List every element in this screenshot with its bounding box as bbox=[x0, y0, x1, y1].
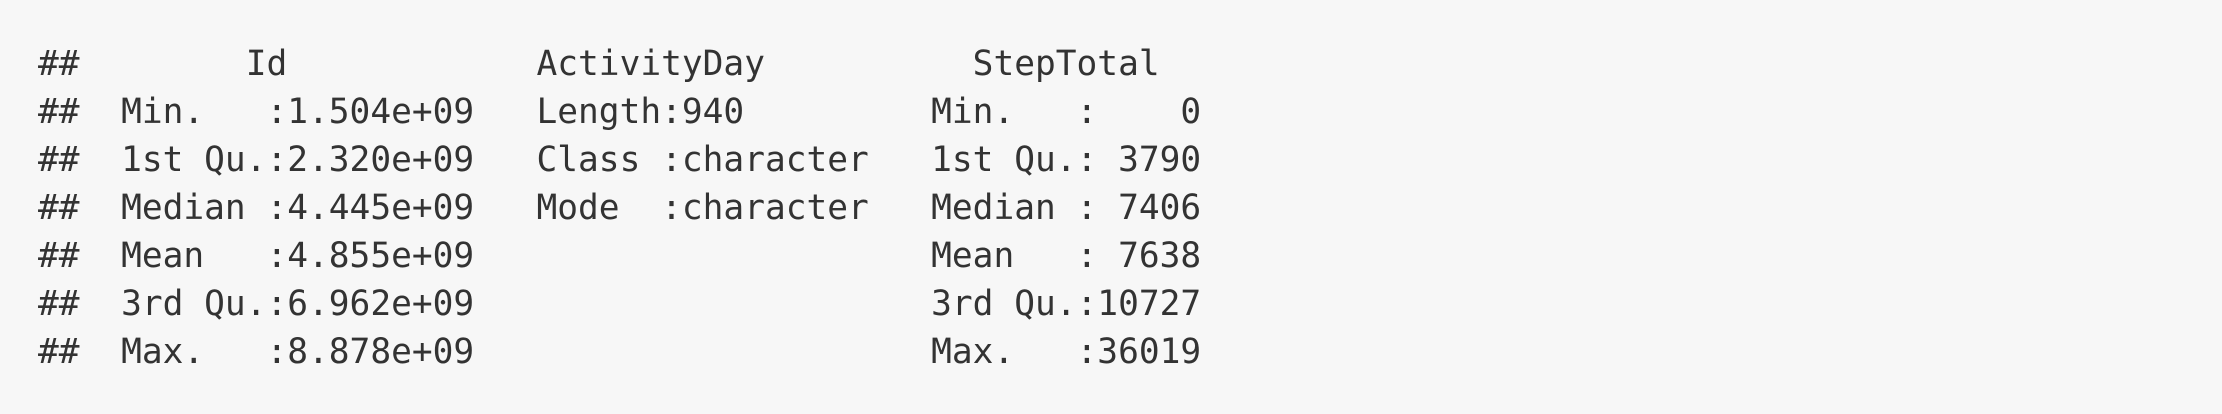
output-line-median: ## Median :4.445e+09 Mode :character Med… bbox=[38, 188, 1243, 228]
output-line-3rd-qu: ## 3rd Qu.:6.962e+09 3rd Qu.:10727 bbox=[38, 284, 1243, 324]
output-line-header: ## Id ActivityDay StepTotal bbox=[38, 44, 1243, 84]
output-line-1st-qu: ## 1st Qu.:2.320e+09 Class :character 1s… bbox=[38, 140, 1243, 180]
output-line-max: ## Max. :8.878e+09 Max. :36019 bbox=[38, 332, 1243, 372]
r-summary-output: ## Id ActivityDay StepTotal ## Min. :1.5… bbox=[38, 40, 1243, 376]
output-line-mean: ## Mean :4.855e+09 Mean : 7638 bbox=[38, 236, 1243, 276]
output-line-min: ## Min. :1.504e+09 Length:940 Min. : 0 bbox=[38, 92, 1243, 132]
